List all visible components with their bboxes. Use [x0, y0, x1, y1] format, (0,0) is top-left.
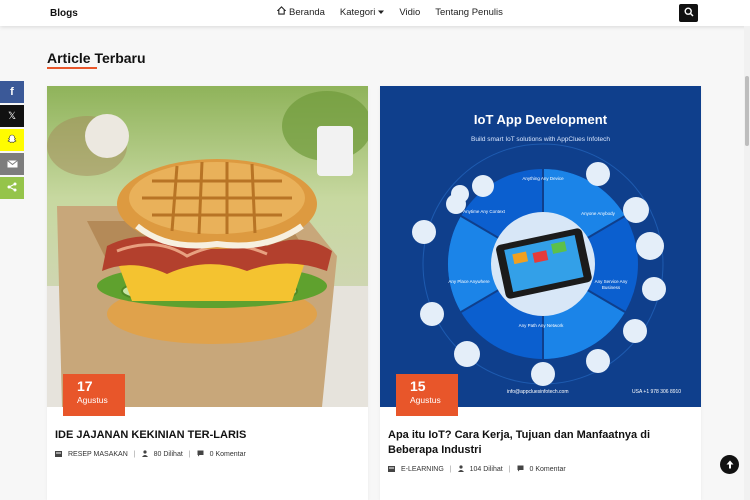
home-icon — [276, 6, 287, 18]
article-meta: RESEP MASAKAN | 80 Dilihat | 0 Komentar — [55, 450, 246, 459]
iot-segment-label: Anything Any Device — [522, 176, 564, 181]
top-navbar: Blogs Beranda Kategori Vidio Tentang Pen… — [0, 0, 750, 26]
facebook-icon: f — [10, 86, 14, 98]
article-thumbnail-iot[interactable]: IoT App Development Build smart IoT solu… — [380, 86, 701, 407]
scrollbar-thumb[interactable] — [745, 76, 749, 146]
comment-icon — [197, 450, 204, 459]
section-underline — [47, 67, 97, 69]
share-more-button[interactable] — [0, 177, 24, 199]
iot-segment-label: Any Path Any Network — [518, 323, 564, 328]
main-nav: Beranda Kategori Vidio Tentang Penulis — [276, 6, 503, 18]
article-card[interactable]: 17 Agustus IDE JAJANAN KEKINIAN TER-LARI… — [47, 86, 368, 500]
article-comments[interactable]: 0 Komentar — [530, 466, 566, 473]
meta-separator: | — [133, 451, 136, 458]
article-thumbnail-waffle-sandwich[interactable] — [47, 86, 368, 407]
folder-icon — [55, 450, 62, 459]
snapchat-icon — [7, 131, 17, 149]
nav-item-beranda[interactable]: Beranda — [276, 6, 325, 18]
article-title[interactable]: IDE JAJANAN KEKINIAN TER-LARIS — [55, 428, 355, 443]
iot-segment-label: Any Service Any Business — [594, 279, 628, 290]
iot-image-subtitle: Build smart IoT solutions with AppClues … — [471, 136, 610, 143]
share-x-button[interactable]: 𝕏 — [0, 105, 24, 127]
share-icon — [7, 179, 17, 197]
search-button[interactable] — [679, 4, 698, 22]
site-brand[interactable]: Blogs — [50, 8, 78, 19]
article-views: 80 Dilihat — [153, 451, 183, 458]
section-title: Article Terbaru — [47, 50, 146, 66]
article-category[interactable]: RESEP MASAKAN — [68, 451, 128, 458]
iot-segment-label: Anyone Anybody — [581, 211, 615, 216]
nav-label: Kategori — [339, 6, 376, 18]
date-month: Agustus — [410, 395, 441, 405]
iot-segment-label: Any Place Anywhere — [448, 279, 490, 284]
share-email-button[interactable] — [0, 153, 24, 175]
iot-image-email: info@appcluesinfotech.com — [507, 389, 569, 395]
meta-separator: | — [188, 451, 191, 458]
date-month: Agustus — [77, 395, 108, 405]
nav-item-vidio[interactable]: Vidio — [399, 6, 420, 18]
back-to-top-button[interactable] — [720, 455, 739, 474]
article-title[interactable]: Apa itu IoT? Cara Kerja, Tujuan dan Manf… — [388, 428, 688, 458]
nav-label: Vidio — [399, 6, 421, 18]
search-icon — [683, 4, 694, 22]
x-icon: 𝕏 — [7, 110, 17, 122]
share-facebook-button[interactable]: f — [0, 81, 24, 103]
share-snapchat-button[interactable] — [0, 129, 24, 151]
article-meta: E-LEARNING | 104 Dilihat | 0 Komentar — [388, 465, 566, 474]
article-views: 104 Dilihat — [469, 466, 503, 473]
article-category[interactable]: E-LEARNING — [401, 466, 444, 473]
nav-label: Tentang Penulis — [435, 6, 503, 18]
meta-separator: | — [508, 466, 511, 473]
user-icon — [457, 465, 464, 474]
article-card[interactable]: IoT App Development Build smart IoT solu… — [380, 86, 701, 500]
date-day: 17 — [77, 378, 93, 394]
iot-image-phone: USA +1 978 306 8910 — [632, 389, 682, 395]
nav-item-kategori[interactable]: Kategori — [339, 6, 385, 18]
date-day: 15 — [410, 378, 426, 394]
caret-down-icon — [378, 7, 385, 18]
date-badge: 17 Agustus — [63, 374, 125, 416]
folder-icon — [388, 465, 395, 474]
iot-image-title: IoT App Development — [473, 112, 608, 127]
nav-item-tentang-penulis[interactable]: Tentang Penulis — [435, 6, 503, 18]
comment-icon — [517, 465, 524, 474]
nav-label: Beranda — [289, 6, 325, 18]
user-icon — [141, 450, 148, 459]
meta-separator: | — [449, 466, 452, 473]
email-icon — [6, 155, 18, 173]
iot-segment-label: Anytime Any Context — [463, 209, 505, 214]
scrollbar[interactable] — [744, 26, 750, 500]
date-badge: 15 Agustus — [396, 374, 458, 416]
arrow-up-icon — [726, 456, 734, 474]
article-comments[interactable]: 0 Komentar — [210, 451, 246, 458]
